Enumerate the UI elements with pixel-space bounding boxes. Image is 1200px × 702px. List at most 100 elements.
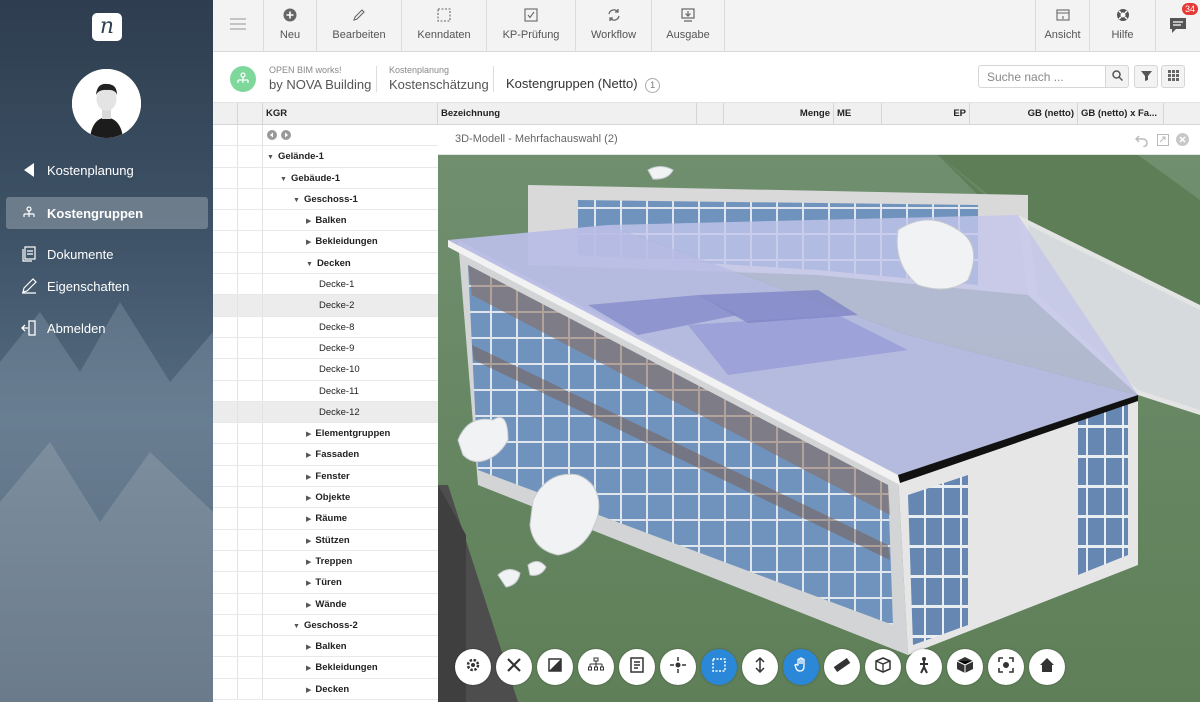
caret-right-icon[interactable]: ▶ (306, 424, 311, 445)
tree-row[interactable]: ▶ Türen (213, 572, 438, 594)
ausgabe-button[interactable]: Ausgabe (652, 0, 725, 52)
tree-row[interactable]: ▶ Elementgruppen (213, 423, 438, 445)
new-button[interactable]: Neu (264, 0, 317, 52)
sidebar-item-kostenplanung[interactable]: Kostenplanung (6, 154, 208, 186)
caret-down-icon[interactable]: ▼ (280, 169, 287, 190)
caret-right-icon[interactable]: ▶ (306, 488, 311, 509)
3d-model-canvas[interactable] (438, 155, 1200, 702)
tree-row[interactable]: ▶ Bekleidungen (213, 657, 438, 679)
caret-right-icon[interactable]: ▶ (306, 658, 311, 679)
caret-right-icon[interactable]: ▶ (306, 680, 311, 701)
cube-tool-button[interactable] (947, 649, 983, 685)
fit-view-tool-button[interactable] (988, 649, 1024, 685)
caret-down-icon[interactable]: ▼ (306, 254, 313, 275)
caret-down-icon[interactable]: ▼ (293, 190, 300, 211)
caret-down-icon[interactable]: ▼ (293, 616, 300, 637)
caret-right-icon[interactable]: ▶ (306, 509, 311, 530)
tree-row[interactable]: ▶ Decken (213, 678, 438, 701)
kenndaten-button[interactable]: Kenndaten (402, 0, 487, 52)
caret-right-icon[interactable]: ▶ (306, 211, 311, 232)
elevation-tool-button[interactable] (742, 649, 778, 685)
tree-row[interactable]: ▶ Räume (213, 508, 438, 530)
menu-button[interactable] (213, 0, 264, 52)
column-header-gb-faktor[interactable]: GB (netto) x Fa... (1078, 103, 1164, 125)
caret-right-icon[interactable]: ▶ (306, 552, 311, 573)
tools-tool-button[interactable] (496, 649, 532, 685)
tree-row[interactable]: ▼ Geschoss-2 (213, 614, 438, 637)
explode-tool-button[interactable] (660, 649, 696, 685)
measure-tool-button[interactable] (824, 649, 860, 685)
tree-row[interactable]: ▼ Gelände-1 (213, 146, 438, 168)
tree-row[interactable]: ▶ Fenster (213, 465, 438, 488)
tree-row[interactable]: Decke-10 (213, 359, 438, 381)
avatar[interactable] (72, 69, 141, 138)
tree-row[interactable]: Decke-2 (213, 295, 438, 317)
ansicht-button[interactable]: Ansicht (1035, 0, 1090, 52)
column-header-empty (697, 103, 724, 125)
model-browser-tool-button[interactable] (865, 649, 901, 685)
previous-icon[interactable] (267, 130, 277, 143)
caret-right-icon[interactable]: ▶ (306, 595, 311, 616)
tree-row[interactable]: ▶ Balken (213, 636, 438, 658)
tree-row[interactable]: Decke-8 (213, 316, 438, 338)
caret-right-icon[interactable]: ▶ (306, 445, 311, 466)
tree-row[interactable]: ▼ Geschoss-1 (213, 188, 438, 211)
tree-tool-button[interactable] (578, 649, 614, 685)
sidebar-item-eigenschaften[interactable]: Eigenschaften (6, 270, 208, 302)
column-header-menge[interactable]: Menge (724, 103, 834, 125)
edit-button[interactable]: Bearbeiten (317, 0, 402, 52)
column-header-kgr[interactable]: KGR (263, 103, 438, 125)
hilfe-button[interactable]: Hilfe (1090, 0, 1156, 52)
tree-row[interactable]: ▶ Fassaden (213, 444, 438, 466)
tree-row[interactable]: ▼ Decken (213, 252, 438, 275)
notification-badge: 34 (1181, 3, 1198, 15)
tree-row[interactable]: ▶ Objekte (213, 487, 438, 509)
workflow-button[interactable]: Workflow (576, 0, 652, 52)
sidebar-item-abmelden[interactable]: Abmelden (6, 312, 208, 344)
sidebar-item-kostengruppen[interactable]: Kostengruppen (6, 197, 208, 229)
breadcrumb-project[interactable]: OPEN BIM works! by NOVA Building (269, 65, 371, 92)
column-header-me[interactable]: ME (834, 103, 882, 125)
tree-row[interactable]: ▶ Balken (213, 210, 438, 232)
caret-right-icon[interactable]: ▶ (306, 232, 311, 253)
viewer-header: 3D-Modell - Mehrfachauswahl (2) (438, 125, 1200, 155)
properties-tool-button[interactable] (619, 649, 655, 685)
tree-row[interactable]: Decke-9 (213, 337, 438, 360)
tree-row[interactable]: Decke-11 (213, 380, 438, 402)
tree-row[interactable]: ▶ Bekleidungen (213, 231, 438, 253)
column-header-gb-netto[interactable]: GB (netto) (970, 103, 1078, 125)
tree-row[interactable]: ▼ Gebäude-1 (213, 167, 438, 190)
caret-down-icon[interactable]: ▼ (267, 147, 274, 168)
messages-button[interactable]: 34 (1156, 0, 1200, 52)
filter-button[interactable] (1134, 65, 1158, 88)
caret-right-icon[interactable]: ▶ (306, 573, 311, 594)
column-header-bezeichnung[interactable]: Bezeichnung (438, 103, 697, 125)
search-input[interactable]: Suche nach ... (978, 65, 1106, 88)
section-tool-button[interactable] (537, 649, 573, 685)
undo-icon[interactable] (1134, 134, 1148, 152)
tree-row[interactable]: ▶ Wände (213, 593, 438, 616)
tree-row[interactable]: Decke-12 (213, 401, 438, 424)
breadcrumb-section[interactable]: Kostenplanung Kostenschätzung (389, 65, 489, 92)
caret-right-icon[interactable]: ▶ (306, 531, 311, 552)
search-button[interactable] (1105, 65, 1129, 88)
selection-box-tool-button[interactable] (701, 649, 737, 685)
kp-pruefung-button[interactable]: KP-Prüfung (487, 0, 576, 52)
pan-tool-button[interactable] (783, 649, 819, 685)
next-icon[interactable] (281, 130, 291, 143)
close-icon[interactable] (1176, 133, 1189, 151)
column-header-ep[interactable]: EP (882, 103, 970, 125)
project-icon[interactable] (230, 66, 256, 92)
caret-right-icon[interactable]: ▶ (306, 467, 311, 488)
tree-row[interactable]: Decke-1 (213, 274, 438, 296)
app-logo[interactable]: n (92, 13, 122, 41)
settings-tool-button[interactable] (455, 649, 491, 685)
grid-view-button[interactable] (1161, 65, 1185, 88)
sidebar-item-dokumente[interactable]: Dokumente (6, 238, 208, 270)
maximize-icon[interactable] (1157, 133, 1169, 151)
tree-row[interactable]: ▶ Treppen (213, 550, 438, 573)
caret-right-icon[interactable]: ▶ (306, 637, 311, 658)
home-tool-button[interactable] (1029, 649, 1065, 685)
walk-tool-button[interactable] (906, 649, 942, 685)
tree-row[interactable]: ▶ Stützen (213, 529, 438, 552)
